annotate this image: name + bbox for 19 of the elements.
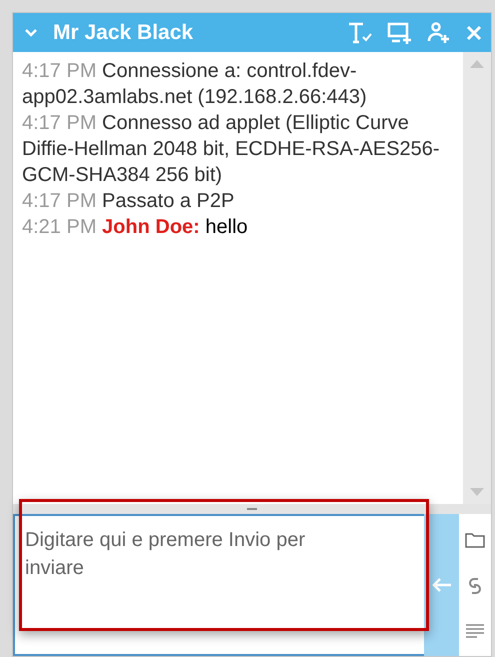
align-icon[interactable] — [466, 624, 484, 638]
text-format-icon[interactable] — [347, 20, 373, 44]
chat-message: 4:17 PM Passato a P2P — [22, 189, 236, 214]
close-icon[interactable] — [465, 24, 483, 42]
chat-message: 4:17 PM Connesso ad applet (Elliptic Curve Diffie-Hellman 2048 bit, ECDHE-RSA-AES256-GCM-SHA384 256 bit) — [22, 111, 441, 188]
send-button[interactable] — [424, 514, 459, 656]
chat-message: 4:21 PM John Doe: hello — [22, 215, 249, 240]
screen-add-icon[interactable] — [387, 20, 413, 44]
arrow-left-icon — [432, 577, 452, 593]
scroll-down-icon[interactable] — [470, 488, 484, 496]
contact-name: Mr Jack Black — [53, 20, 194, 46]
message-field[interactable]: Digitare qui e premere Invio per inviare — [13, 514, 424, 656]
link-icon[interactable] — [468, 576, 482, 596]
chat-message: 4:17 PM Connessione a: control.fdev-app02.3amlabs.net (192.168.2.66:443) — [22, 59, 368, 110]
scroll-up-icon[interactable] — [470, 60, 484, 68]
splitter-handle[interactable] — [13, 504, 491, 514]
folder-icon[interactable] — [465, 532, 485, 548]
scrollbar[interactable] — [463, 52, 491, 504]
person-add-icon[interactable] — [427, 20, 451, 44]
